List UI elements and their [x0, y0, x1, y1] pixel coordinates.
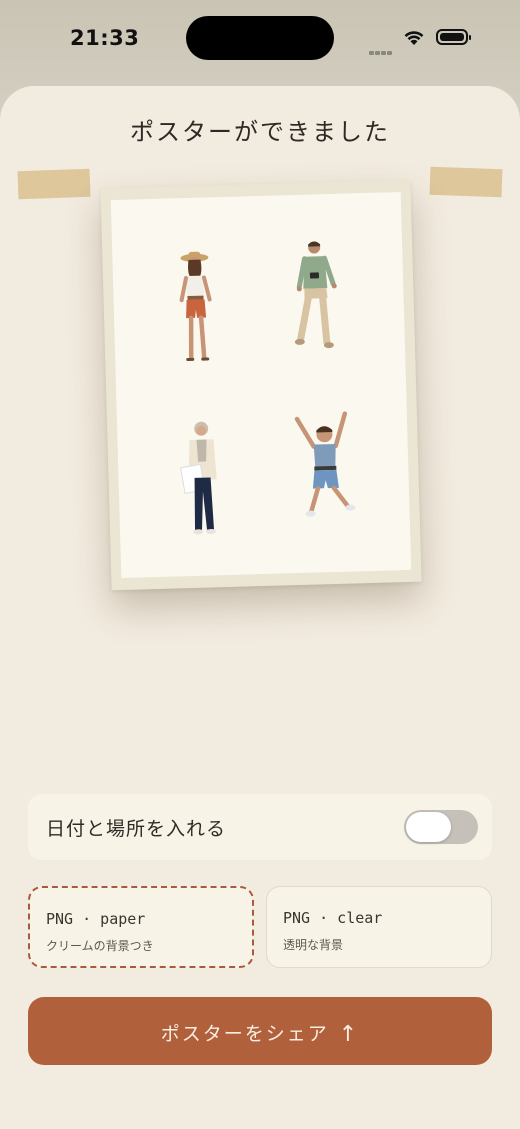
person-boy-jumping — [294, 411, 356, 517]
status-time: 21:33 — [70, 26, 140, 50]
wifi-icon — [402, 28, 426, 50]
arrow-up-icon: ↑ — [338, 1022, 360, 1047]
option-png-paper[interactable]: PNG · paper クリームの背景つき — [28, 886, 254, 968]
date-location-toggle-row: 日付と場所を入れる — [28, 794, 492, 860]
toggle-label: 日付と場所を入れる — [46, 818, 227, 840]
option-png-clear[interactable]: PNG · clear 透明な背景 — [266, 886, 492, 968]
share-button-label: ポスターをシェア — [160, 1023, 329, 1045]
tape-right — [429, 166, 503, 198]
person-woman-in-hat — [179, 251, 212, 362]
status-bar: 21:33 — [0, 0, 520, 76]
date-location-switch[interactable] — [404, 810, 478, 844]
signal-icon — [369, 40, 393, 59]
option-title: PNG · paper — [46, 910, 146, 928]
dynamic-island — [186, 16, 334, 60]
poster-paper — [110, 192, 412, 578]
tape-left — [17, 168, 91, 200]
share-button-content: ポスターをシェア ↑ — [28, 1019, 492, 1047]
sheet-title: ポスターができました — [130, 118, 390, 146]
share-poster-button[interactable]: ポスターをシェア ↑ — [28, 997, 492, 1065]
person-man-with-camera — [294, 241, 337, 349]
person-older-woman-with-paper — [180, 421, 217, 535]
option-subtitle: クリームの背景つき — [46, 939, 154, 953]
option-subtitle: 透明な背景 — [283, 938, 344, 952]
battery-icon — [436, 29, 471, 45]
poster-preview — [100, 179, 422, 591]
switch-knob — [406, 812, 451, 842]
option-title: PNG · clear — [283, 909, 383, 927]
